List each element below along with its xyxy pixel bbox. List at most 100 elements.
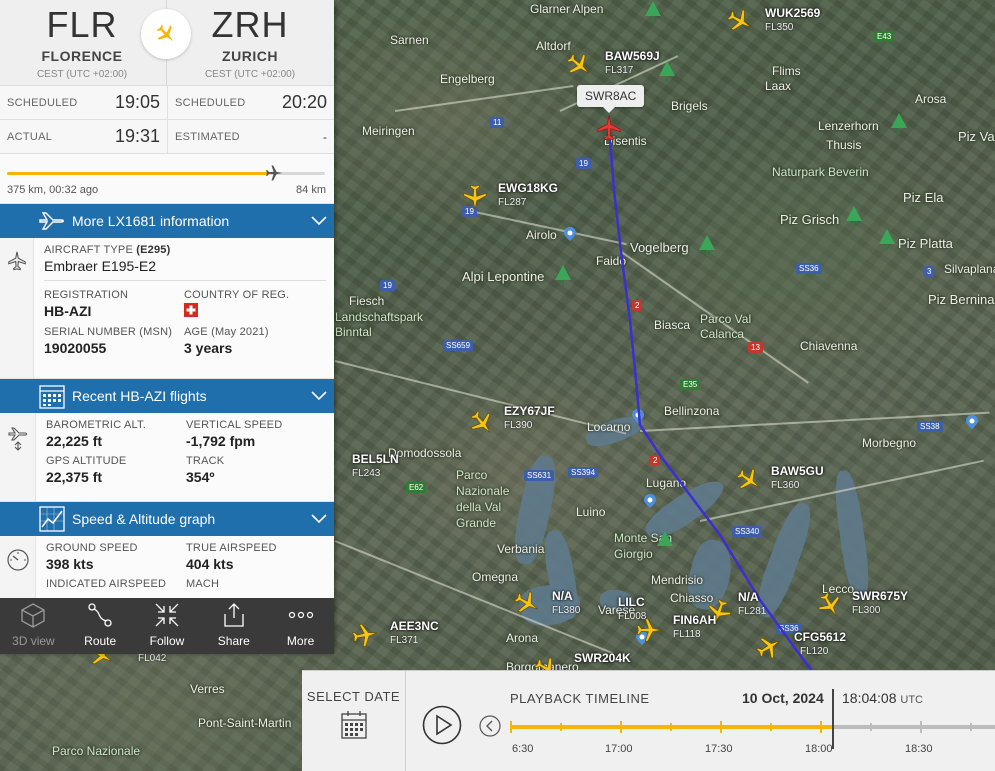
plane-outline-icon [32, 204, 72, 238]
selected-plane-icon[interactable] [594, 113, 624, 143]
track-label: TRACK [186, 455, 225, 467]
timeline-tick [920, 721, 922, 733]
playback-timezone: UTC [900, 694, 923, 706]
calendar-icon [340, 711, 367, 739]
flight-level: FL042 [138, 653, 167, 664]
flight-callsign[interactable]: LILC [618, 595, 645, 609]
graph-icon [32, 502, 72, 536]
timeline-tick-label: 17:30 [705, 743, 733, 755]
swiss-flag-icon [184, 303, 324, 320]
route-header: FLR FLORENCE CEST (UTC +02:00) ZRH ZURIC… [0, 0, 334, 86]
flight-callsign[interactable]: N/A [738, 590, 759, 604]
msn-label: SERIAL NUMBER (MSN) [44, 326, 173, 338]
plane-icon[interactable] [460, 182, 490, 212]
destination-code: ZRH [211, 4, 289, 45]
divider [44, 280, 326, 281]
msn-value: 19020055 [44, 340, 107, 356]
playback-bar: SELECT DATE PLAYBACK TIMELINE 10 Oct, 20… [302, 670, 995, 771]
flight-level: FL380 [552, 605, 581, 616]
select-date-label: SELECT DATE [306, 689, 401, 704]
route-button[interactable]: Route [67, 598, 134, 654]
speed-altitude-graph-title: Speed & Altitude graph [72, 511, 216, 527]
aircraft-type-label: AIRCRAFT TYPE [44, 244, 133, 256]
flight-callsign[interactable]: FIN6AH [673, 613, 716, 627]
speed-block: GROUND SPEED 398 kts TRUE AIRSPEED 404 k… [0, 536, 334, 606]
aircraft-type-value[interactable]: Embraer E195-E2 [44, 258, 324, 274]
flight-callsign[interactable]: CFG5612 [794, 630, 846, 644]
play-button[interactable] [422, 705, 462, 745]
route-label: Route [84, 634, 117, 648]
plane-icon[interactable] [348, 618, 383, 653]
flight-progress: 375 km, 00:32 ago 84 km [0, 154, 334, 204]
flight-level: FL008 [618, 611, 647, 622]
chevron-down-icon [304, 204, 334, 238]
selected-flight-tag[interactable]: SWR8AC [577, 85, 645, 113]
share-icon [224, 603, 244, 627]
timeline-tick [770, 723, 772, 731]
origin-airport[interactable]: FLR FLORENCE CEST (UTC +02:00) [2, 4, 162, 80]
timeline-tick [560, 723, 562, 731]
timeline-tick [620, 721, 622, 733]
vertical-speed-label: VERTICAL SPEED [186, 419, 283, 431]
share-button[interactable]: Share [200, 598, 267, 654]
telemetry-block: BAROMETRIC ALT. 22,225 ft VERTICAL SPEED… [0, 413, 334, 502]
speedometer-icon [0, 536, 36, 605]
flight-callsign[interactable]: SWR675Y [852, 589, 908, 603]
flight-level: FL243 [352, 468, 381, 479]
altitude-icon [0, 413, 36, 501]
plane-landing-icon [141, 9, 191, 59]
true-airspeed-label: TRUE AIRSPEED [186, 542, 277, 554]
more-label: More [286, 634, 315, 648]
follow-icon [155, 603, 179, 627]
step-back-button[interactable] [479, 715, 501, 737]
timeline-cursor[interactable] [832, 689, 834, 749]
age-label: AGE (May 2021) [184, 326, 269, 338]
playback-time-value: 18:04:08 [842, 690, 897, 706]
distance-flown: 375 km, 00:32 ago [7, 184, 99, 196]
chevron-down-icon [304, 379, 334, 413]
flight-callsign[interactable]: EWG18KG [498, 181, 558, 195]
departure-actual-time: 19:31 [114, 126, 160, 146]
follow-button[interactable]: Follow [134, 598, 201, 654]
3d-view-button[interactable]: 3D view [0, 598, 67, 654]
flight-callsign[interactable]: WUK2569 [765, 6, 820, 20]
select-date-button[interactable]: SELECT DATE [302, 671, 406, 771]
distance-remaining: 84 km [296, 184, 326, 196]
calendar-icon [32, 379, 72, 413]
more-info-title: More LX1681 information [72, 213, 230, 229]
more-button[interactable]: More [267, 598, 334, 654]
recent-flights-section-header[interactable]: Recent HB-AZI flights [0, 379, 334, 413]
arrival-scheduled-time: 20:20 [281, 92, 327, 112]
country-label: COUNTRY OF REG. [184, 289, 290, 301]
flight-level: FL118 [673, 629, 701, 640]
registration-value[interactable]: HB-AZI [44, 303, 184, 319]
destination-airport[interactable]: ZRH ZURICH CEST (UTC +02:00) [170, 4, 330, 80]
flight-level: FL287 [498, 197, 527, 208]
scheduled-label: SCHEDULED [175, 96, 246, 109]
ground-speed-label: GROUND SPEED [46, 542, 138, 554]
origin-timezone: CEST (UTC +02:00) [36, 69, 128, 80]
track-value: 354º [186, 469, 215, 485]
recent-flights-title: Recent HB-AZI flights [72, 388, 207, 404]
timeline-tick [720, 721, 722, 733]
departure-scheduled-time: 19:05 [114, 92, 160, 112]
timeline-tick-label: 17:00 [605, 743, 633, 755]
timeline-tick [970, 723, 972, 731]
scheduled-label: SCHEDULED [7, 96, 78, 109]
flight-callsign[interactable]: BEL5LN [352, 452, 399, 466]
baro-alt-label: BAROMETRIC ALT. [46, 419, 146, 431]
timeline-tick [670, 723, 672, 731]
destination-timezone: CEST (UTC +02:00) [204, 69, 296, 80]
gps-alt-value: 22,375 ft [46, 469, 103, 485]
flight-callsign[interactable]: AEE3NC [390, 619, 439, 633]
flight-callsign[interactable]: N/A [552, 589, 573, 603]
destination-city: ZURICH [222, 48, 278, 64]
speed-altitude-graph-section-header[interactable]: Speed & Altitude graph [0, 502, 334, 536]
flight-callsign[interactable]: BAW569J [605, 49, 660, 63]
scheduled-row: SCHEDULED 19:05 SCHEDULED 20:20 [0, 86, 334, 120]
more-info-section-header[interactable]: More LX1681 information [0, 204, 334, 238]
flight-callsign[interactable]: BAW5GU [771, 464, 824, 478]
age-value: 3 years [184, 340, 233, 356]
flight-callsign[interactable]: SWR204K [574, 651, 631, 665]
flight-callsign[interactable]: EZY67JF [504, 404, 555, 418]
